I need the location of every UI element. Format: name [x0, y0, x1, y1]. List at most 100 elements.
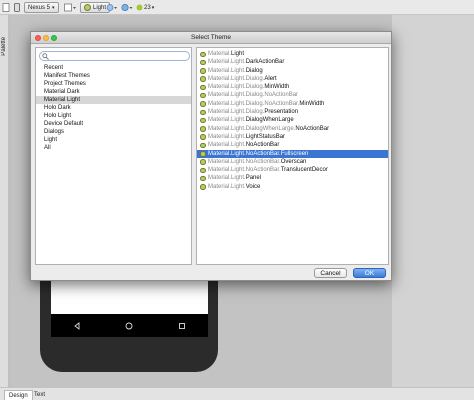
- category-item[interactable]: Manifest Themes: [36, 72, 191, 80]
- theme-icon: [200, 126, 206, 132]
- category-item[interactable]: Device Default: [36, 120, 191, 128]
- theme-item[interactable]: Material.Light.Dialog.Presentation: [197, 108, 388, 116]
- orientation-icon[interactable]: [64, 2, 77, 13]
- theme-item[interactable]: Material.Light.Dialog.MinWidth: [197, 83, 388, 91]
- category-item[interactable]: All: [36, 144, 191, 152]
- theme-icon: [200, 68, 206, 74]
- theme-icon: [200, 59, 206, 66]
- theme-icon: [200, 184, 206, 190]
- theme-name-suffix: DialogWhenLarge: [245, 117, 294, 124]
- theme-icon: [200, 159, 206, 165]
- theme-item[interactable]: Material.Light.LightStatusBar: [197, 133, 388, 141]
- search-field[interactable]: [39, 51, 190, 61]
- theme-name-suffix: Voice: [245, 183, 261, 190]
- theme-item[interactable]: Material.Light.DialogWhenLarge.NoActionB…: [197, 125, 388, 133]
- theme-name-prefix: Material.Light.: [208, 142, 246, 149]
- theme-label: Light: [93, 4, 107, 11]
- category-item[interactable]: Recent: [36, 64, 191, 72]
- theme-icon: [200, 101, 206, 107]
- category-list: Recent Manifest Themes Project Themes Mater…: [36, 64, 191, 153]
- theme-icon: [200, 109, 206, 116]
- theme-icon: [200, 151, 206, 157]
- theme-icon: [200, 175, 206, 182]
- back-nav-icon: [74, 321, 80, 330]
- theme-name-prefix: Material.Light.: [208, 117, 246, 124]
- theme-icon: [200, 51, 206, 57]
- locale-icon[interactable]: [121, 2, 133, 13]
- category-item[interactable]: Project Themes: [36, 80, 191, 88]
- theme-name-suffix: MinWidth: [264, 84, 290, 91]
- search-icon: [42, 53, 49, 60]
- ok-button[interactable]: OK: [353, 268, 386, 278]
- theme-name-suffix: Overscan: [280, 158, 307, 165]
- category-item[interactable]: Material Dark: [36, 88, 191, 96]
- device-selector[interactable]: Nexus 5 ▾: [24, 2, 59, 13]
- tab-text[interactable]: Text: [30, 390, 49, 400]
- dialog-titlebar: Select Theme: [31, 32, 391, 44]
- theme-name-prefix: Material.Light.Dialog.: [208, 109, 265, 116]
- recents-nav-icon: [178, 322, 185, 329]
- home-nav-icon: [126, 322, 133, 329]
- theme-item[interactable]: Material.Light.NoActionBar.Overscan: [197, 158, 388, 166]
- device-label: Nexus 5: [28, 4, 51, 11]
- activity-icon[interactable]: [106, 2, 117, 13]
- theme-name-suffix: Dialog: [245, 67, 263, 74]
- category-item[interactable]: Light: [36, 136, 191, 144]
- designer-toolbar: Nexus 5 ▾ Light 23 ▾: [0, 0, 474, 15]
- tab-design[interactable]: Design: [4, 390, 33, 400]
- category-item[interactable]: Holo Light: [36, 112, 191, 120]
- theme-name-prefix: Material.Light.Dialog.: [208, 84, 265, 91]
- theme-name-prefix: Material.Light.Dialog.: [208, 75, 265, 82]
- theme-name-prefix: Material.Light.NoActionBar.: [208, 158, 281, 165]
- theme-name-suffix: Fullscreen: [280, 150, 309, 157]
- theme-name-prefix: Material.: [208, 51, 232, 57]
- theme-name-prefix: Material.Light.DialogWhenLarge.: [208, 125, 296, 132]
- device-nav-bar: [51, 314, 208, 337]
- theme-icon: [200, 92, 206, 99]
- palette-strip: Palette: [0, 15, 9, 387]
- theme-name-suffix: TranslucentDecor: [280, 167, 328, 174]
- theme-icon: [200, 167, 206, 174]
- theme-name-suffix: DarkActionBar: [245, 59, 285, 66]
- theme-item[interactable]: Material.Light.Dialog: [197, 67, 388, 75]
- theme-icon: [200, 84, 206, 91]
- theme-name-suffix: NoActionBar: [295, 125, 330, 132]
- theme-item[interactable]: Material.Light.NoActionBar: [197, 141, 388, 149]
- category-item[interactable]: Dialogs: [36, 128, 191, 136]
- theme-category-pane: Recent Manifest Themes Project Themes Mater…: [35, 47, 192, 265]
- theme-list: Material.Light Material.Light.DarkActionB…: [197, 50, 388, 191]
- theme-name-prefix: Material.Light.NoActionBar.: [208, 150, 281, 157]
- theme-icon: [200, 142, 206, 149]
- theme-item[interactable]: Material.Light: [197, 50, 388, 58]
- theme-name-suffix: Panel: [245, 175, 262, 182]
- dialog-title: Select Theme: [191, 34, 231, 41]
- theme-name-suffix: NoActionBar: [245, 142, 280, 149]
- theme-icon: [84, 4, 91, 11]
- theme-item[interactable]: Material.Light.Voice: [197, 183, 388, 191]
- chevron-down-icon: ▾: [151, 4, 155, 11]
- category-item[interactable]: Material Light: [36, 96, 191, 105]
- theme-item[interactable]: Material.Light.DialogWhenLarge: [197, 116, 388, 124]
- theme-icon: [200, 117, 206, 124]
- theme-item[interactable]: Material.Light.NoActionBar.TranslucentDe…: [197, 166, 388, 174]
- new-file-icon[interactable]: [2, 2, 10, 13]
- theme-name-prefix: Material.Light.: [208, 183, 246, 190]
- palette-tab[interactable]: Palette: [1, 37, 7, 56]
- cancel-button[interactable]: Cancel: [314, 268, 347, 278]
- theme-name-prefix: Material.Light.Dialog.NoActionBar.: [208, 100, 300, 107]
- theme-item[interactable]: Material.Light.Dialog.NoActionBar.MinWid…: [197, 100, 388, 108]
- theme-name-suffix: Light: [231, 51, 245, 57]
- theme-item[interactable]: Material.Light.DarkActionBar: [197, 58, 388, 66]
- search-input[interactable]: [51, 52, 187, 60]
- theme-name-prefix: Material.Light.Dialog.NoActionBar: [208, 92, 299, 99]
- canvas-right-area: [392, 15, 474, 387]
- category-item[interactable]: Holo Dark: [36, 104, 191, 112]
- device-menu-icon[interactable]: [13, 2, 21, 13]
- android-icon: [136, 4, 143, 11]
- theme-item[interactable]: Material.Light.Dialog.Alert: [197, 75, 388, 83]
- theme-item[interactable]: Material.Light.Panel: [197, 174, 388, 182]
- theme-item[interactable]: Material.Light.Dialog.NoActionBar: [197, 91, 388, 99]
- theme-name-prefix: Material.Light.: [208, 59, 246, 66]
- api-level-selector[interactable]: 23 ▾: [136, 2, 154, 13]
- theme-item[interactable]: Material.Light.NoActionBar.Fullscreen: [197, 149, 388, 158]
